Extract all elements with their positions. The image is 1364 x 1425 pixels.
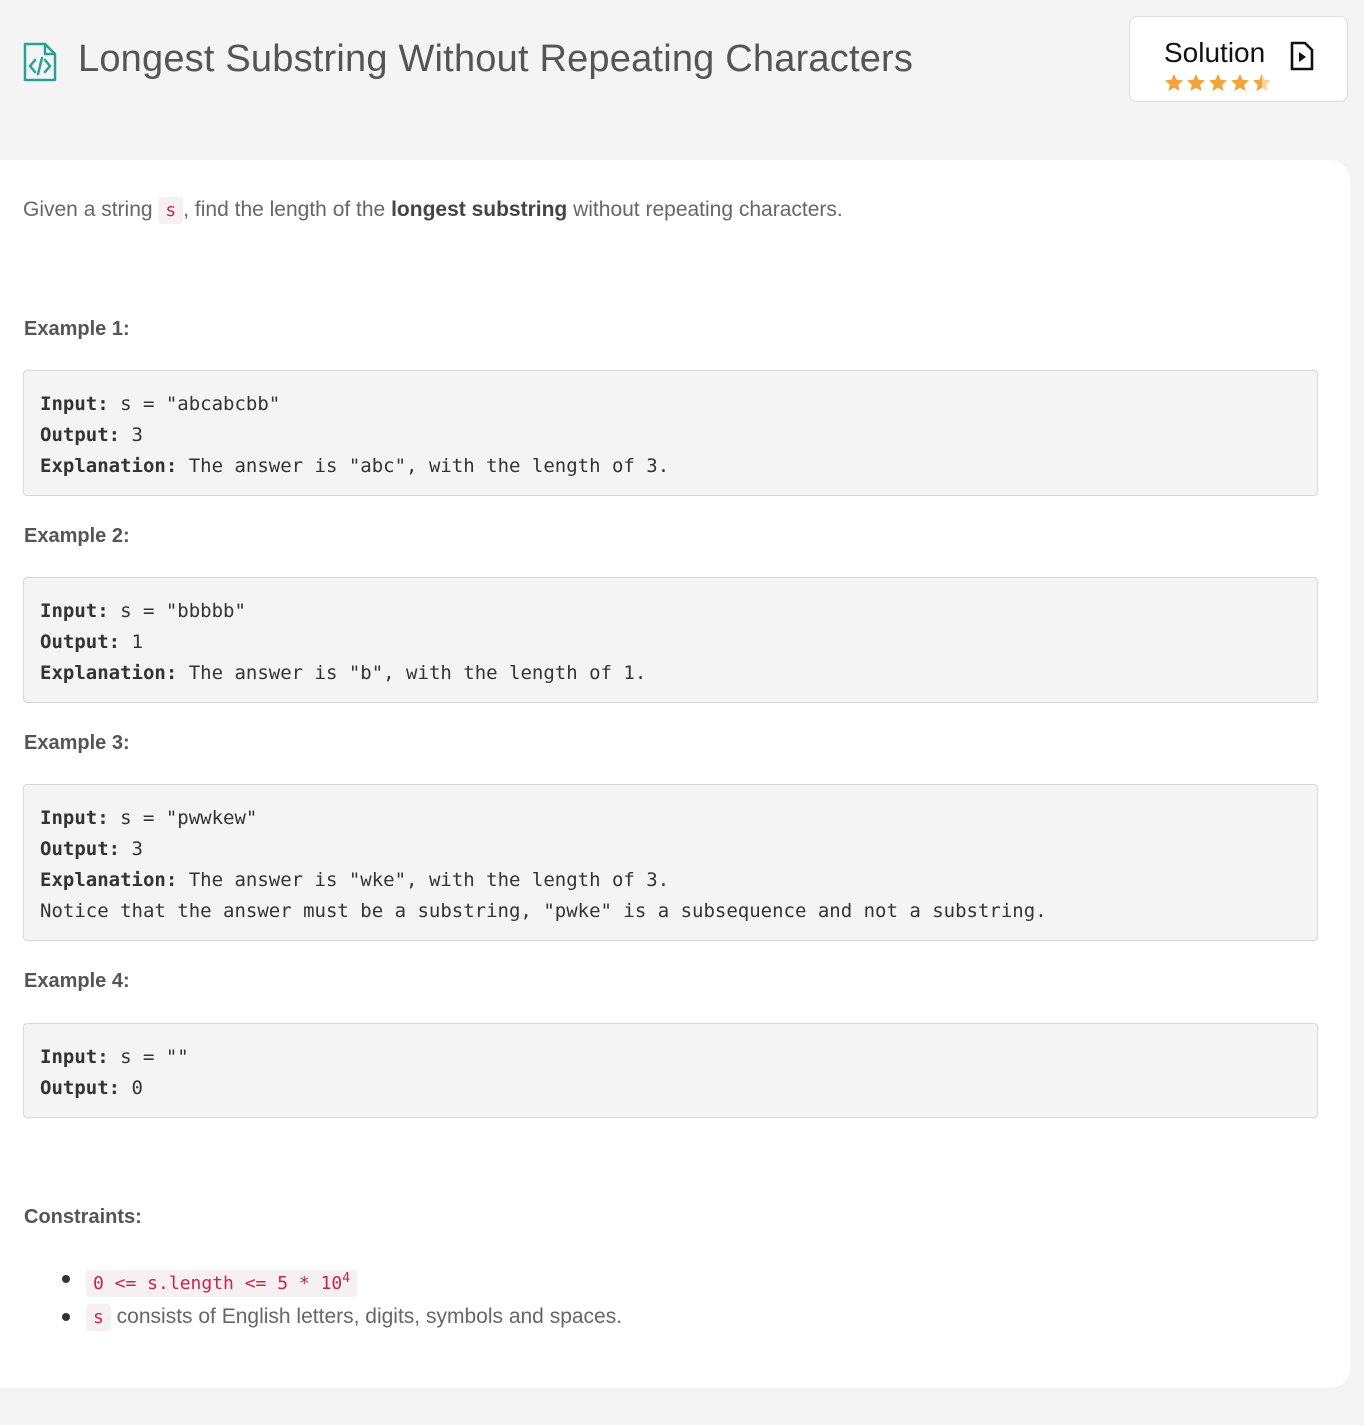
inline-code: s (158, 197, 184, 224)
star-icon (1231, 74, 1249, 91)
solution-button[interactable]: Solution (1129, 16, 1348, 102)
example-2-title: Example 2: (24, 525, 130, 547)
example-1-title: Example 1: (24, 318, 130, 340)
example-3-title: Example 3: (24, 732, 130, 754)
bullet (62, 1275, 70, 1283)
problem-description: Given a string s, find the length of the… (23, 197, 843, 224)
example-3-note: Notice that the answer must be a substri… (40, 900, 1047, 922)
constraints-title: Constraints: (24, 1206, 142, 1228)
half-star-icon (1253, 74, 1271, 91)
constraints-list: 0 <= s.length <= 5 * 104 s consists of E… (0, 1260, 622, 1336)
constraint-item: s consists of English letters, digits, s… (0, 1298, 622, 1336)
solution-label: Solution (1164, 37, 1266, 68)
star-icon (1209, 74, 1227, 91)
inline-code: 0 <= s.length <= 5 * 104 (86, 1270, 358, 1297)
code-file-icon (23, 42, 57, 82)
problem-card (0, 160, 1350, 1388)
constraint-item: 0 <= s.length <= 5 * 104 (0, 1260, 622, 1298)
rating-stars (1164, 73, 1272, 92)
example-4-block: Input: s = "" Output: 0 (23, 1023, 1318, 1118)
star-icon (1165, 74, 1183, 91)
inline-code: s (86, 1304, 111, 1331)
example-2-block: Input: s = "bbbbb" Output: 1 Explanation… (23, 577, 1318, 703)
star-icon (1187, 74, 1205, 91)
example-3-block: Input: s = "pwwkew" Output: 3 Explanatio… (23, 784, 1318, 941)
emphasis-text: longest substring (391, 198, 568, 221)
page-title: Longest Substring Without Repeating Char… (78, 38, 914, 80)
play-document-icon (1290, 41, 1314, 71)
bullet (62, 1313, 70, 1321)
example-4-title: Example 4: (24, 970, 130, 992)
example-1-block: Input: s = "abcabcbb" Output: 3 Explanat… (23, 370, 1318, 496)
